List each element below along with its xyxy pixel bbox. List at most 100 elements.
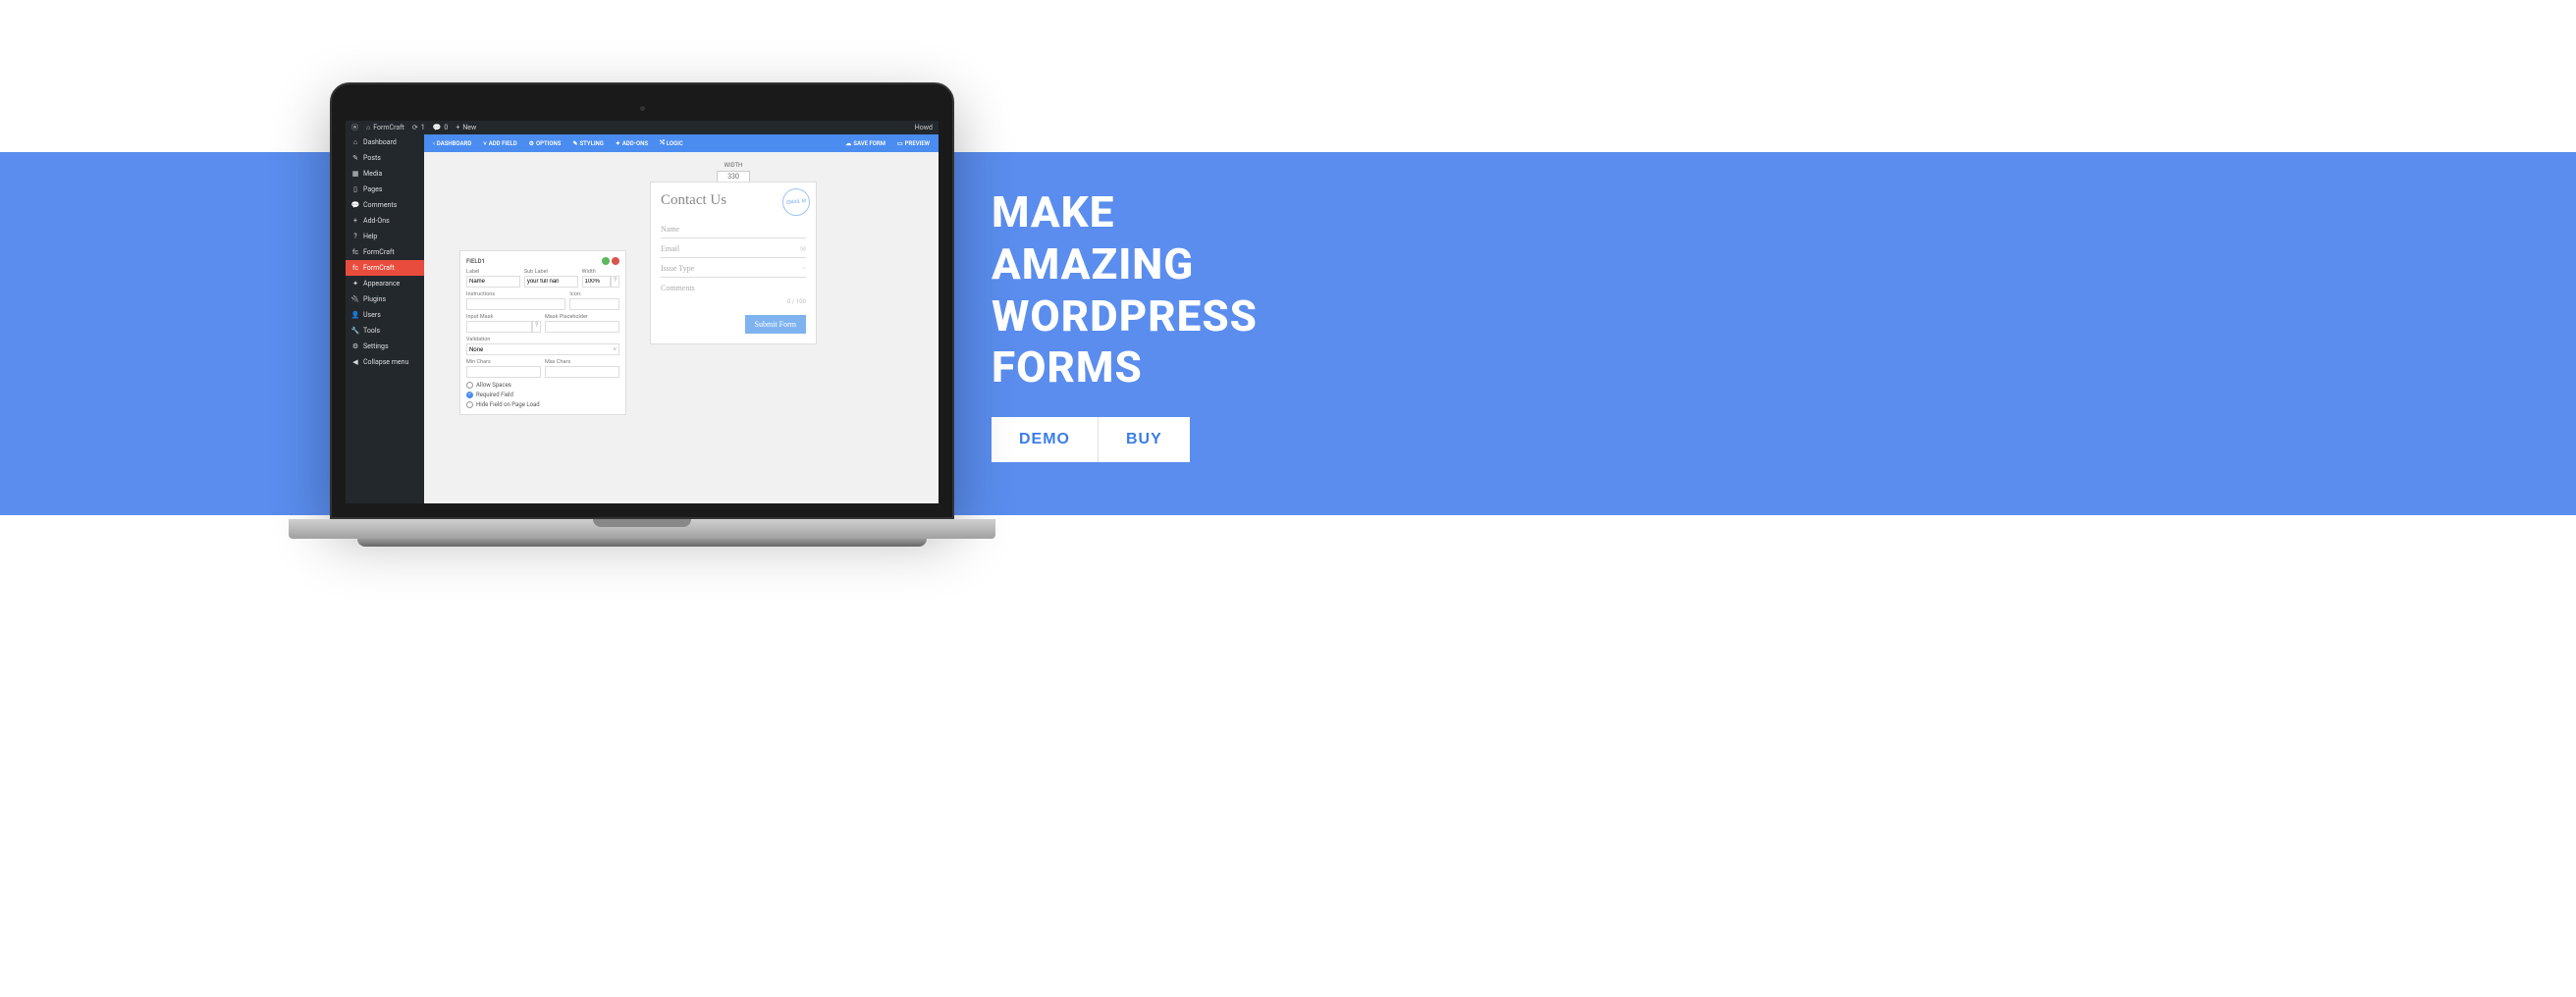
hide-on-load-option[interactable]: Hide Field on Page Load (466, 401, 619, 408)
inputmask-help-icon[interactable]: ? (532, 321, 541, 333)
monitor-icon: ▭ (897, 140, 903, 147)
sidebar-item-formcraft[interactable]: fcFormCraft (346, 244, 424, 260)
toolbar-add-field[interactable]: ˅ADD FIELD (478, 137, 521, 150)
shuffle-icon: ⤭ (660, 139, 665, 147)
required-field-option[interactable]: Required Field (466, 392, 619, 398)
hero-section: MAKE AMAZING WORDPRESS FORMS DEMO BUY (992, 186, 1258, 462)
icon-label: Icon: (569, 291, 619, 297)
form-preview-panel: EMAIL M Contact Us Name Email✉ Issue Typ… (650, 182, 817, 344)
wp-user-menu[interactable]: Howd (915, 124, 933, 131)
field-confirm-icon[interactable] (602, 257, 610, 265)
chevron-down-icon: ˅ (803, 266, 806, 272)
width-input[interactable] (582, 276, 612, 288)
toolbar-options[interactable]: ⚙OPTIONS (524, 137, 566, 150)
label-input[interactable] (466, 276, 520, 288)
sidebar-collapse[interactable]: ◀Collapse menu (346, 354, 424, 370)
laptop-mockup: ⓦ ⌂ FormCraft ⟳ 1 💬 0 + New Howd ⌂Dashbo… (330, 82, 954, 547)
sidebar-item-posts[interactable]: ✎Posts (346, 150, 424, 166)
wp-new-link[interactable]: + New (456, 124, 476, 131)
sliders-icon: ⚙ (529, 140, 534, 147)
laptop-screen: ⓦ ⌂ FormCraft ⟳ 1 💬 0 + New Howd ⌂Dashbo… (346, 121, 939, 503)
toolbar-preview[interactable]: ▭PREVIEW (892, 137, 935, 150)
toolbar-logic[interactable]: ⤭LOGIC (655, 136, 688, 150)
sidebar-item-pages[interactable]: ▯Pages (346, 182, 424, 197)
wp-updates[interactable]: ⟳ 1 (412, 124, 425, 131)
sidebar-item-formcraft-active[interactable]: fcFormCraft (346, 260, 424, 276)
settings-icon: ⚙ (351, 342, 359, 350)
pencil-icon: ✎ (572, 140, 577, 147)
submit-form-button[interactable]: Submit Form (745, 315, 806, 334)
width-label: Width (582, 269, 619, 275)
icon-input[interactable] (569, 298, 619, 310)
sidebar-item-addons[interactable]: +Add-Ons (346, 213, 424, 229)
wp-admin-bar: ⓦ ⌂ FormCraft ⟳ 1 💬 0 + New Howd (346, 121, 939, 134)
form-name-field[interactable]: Name (661, 219, 806, 238)
form-canvas: WIDTH 330 FIELD1 Label (424, 152, 939, 503)
field-delete-icon[interactable] (612, 257, 619, 265)
demo-button[interactable]: DEMO (992, 417, 1099, 462)
instructions-input[interactable] (466, 298, 565, 310)
inputmask-input[interactable] (466, 321, 532, 333)
toolbar-dashboard[interactable]: ‹DASHBOARD (428, 137, 476, 150)
formcraft-toolbar: ‹DASHBOARD ˅ADD FIELD ⚙OPTIONS ✎STYLING … (424, 134, 939, 152)
puzzle-icon: ✦ (616, 140, 620, 147)
laptop-camera (640, 106, 645, 111)
chevron-down-icon: ˅ (483, 140, 487, 147)
laptop-foot (357, 539, 927, 547)
wp-site-link[interactable]: ⌂ FormCraft (366, 124, 404, 131)
allow-spaces-option[interactable]: Allow Spaces (466, 382, 619, 389)
media-icon: ▦ (351, 170, 359, 178)
toolbar-addons[interactable]: ✦ADD-ONS (611, 137, 653, 150)
wp-comments-count[interactable]: 💬 0 (433, 124, 449, 131)
comment-icon: 💬 (351, 201, 359, 209)
maskplaceholder-label: Mask Placeholder (545, 314, 619, 320)
dashboard-icon: ⌂ (351, 138, 359, 146)
maxchars-label: Max Chars (545, 359, 619, 365)
toolbar-save[interactable]: ☁SAVE FORM (840, 137, 890, 150)
tools-icon: 🔧 (351, 327, 359, 335)
field-editor-panel: FIELD1 Label Sub Label Width? (459, 250, 626, 415)
instructions-label: Instructions (466, 291, 565, 297)
sidebar-item-users[interactable]: 👤Users (346, 307, 424, 323)
toolbar-styling[interactable]: ✎STYLING (567, 137, 608, 150)
buy-button[interactable]: BUY (1099, 417, 1190, 462)
sidebar-item-media[interactable]: ▦Media (346, 166, 424, 182)
width-help-icon[interactable]: ? (611, 276, 619, 288)
field-panel-title: FIELD1 (466, 258, 485, 265)
user-icon: 👤 (351, 311, 359, 319)
sidebar-item-tools[interactable]: 🔧Tools (346, 323, 424, 339)
minchars-input[interactable] (466, 366, 541, 378)
form-comments-field[interactable]: Comments (661, 278, 806, 296)
plus-icon: + (351, 217, 359, 225)
help-icon: ? (351, 233, 359, 240)
sidebar-item-plugins[interactable]: 🔌Plugins (346, 291, 424, 307)
sidebar-item-dashboard[interactable]: ⌂Dashboard (346, 134, 424, 150)
page-icon: ▯ (351, 185, 359, 193)
sidebar-item-appearance[interactable]: ✦Appearance (346, 276, 424, 291)
plugin-icon: 🔌 (351, 295, 359, 303)
wp-admin-sidebar: ⌂Dashboard ✎Posts ▦Media ▯Pages 💬Comment… (346, 134, 424, 503)
wp-logo-icon[interactable]: ⓦ (351, 123, 358, 132)
width-indicator: WIDTH 330 (650, 162, 817, 183)
sidebar-item-help[interactable]: ?Help (346, 229, 424, 244)
label-label: Label (466, 269, 520, 275)
sidebar-item-comments[interactable]: 💬Comments (346, 197, 424, 213)
validation-label: Validation (466, 337, 619, 342)
wp-main-content: ‹DASHBOARD ˅ADD FIELD ⚙OPTIONS ✎STYLING … (424, 134, 939, 503)
minchars-label: Min Chars (466, 359, 541, 365)
formcraft-icon: fc (351, 248, 359, 256)
validation-select[interactable]: None˅ (466, 343, 619, 355)
email-stamp-icon: EMAIL M (781, 187, 811, 217)
save-icon: ☁ (845, 140, 851, 147)
hero-headline: MAKE AMAZING WORDPRESS FORMS (992, 186, 1258, 394)
envelope-icon: ✉ (800, 245, 806, 253)
chevron-down-icon: ˅ (613, 346, 617, 353)
char-counter: 0 / 100 (661, 298, 806, 305)
sublabel-input[interactable] (524, 276, 578, 288)
form-issue-field[interactable]: Issue Type˅ (661, 258, 806, 278)
maskplaceholder-input[interactable] (545, 321, 619, 333)
form-email-field[interactable]: Email✉ (661, 238, 806, 258)
sidebar-item-settings[interactable]: ⚙Settings (346, 339, 424, 354)
maxchars-input[interactable] (545, 366, 619, 378)
inputmask-label: Input Mask (466, 314, 541, 320)
